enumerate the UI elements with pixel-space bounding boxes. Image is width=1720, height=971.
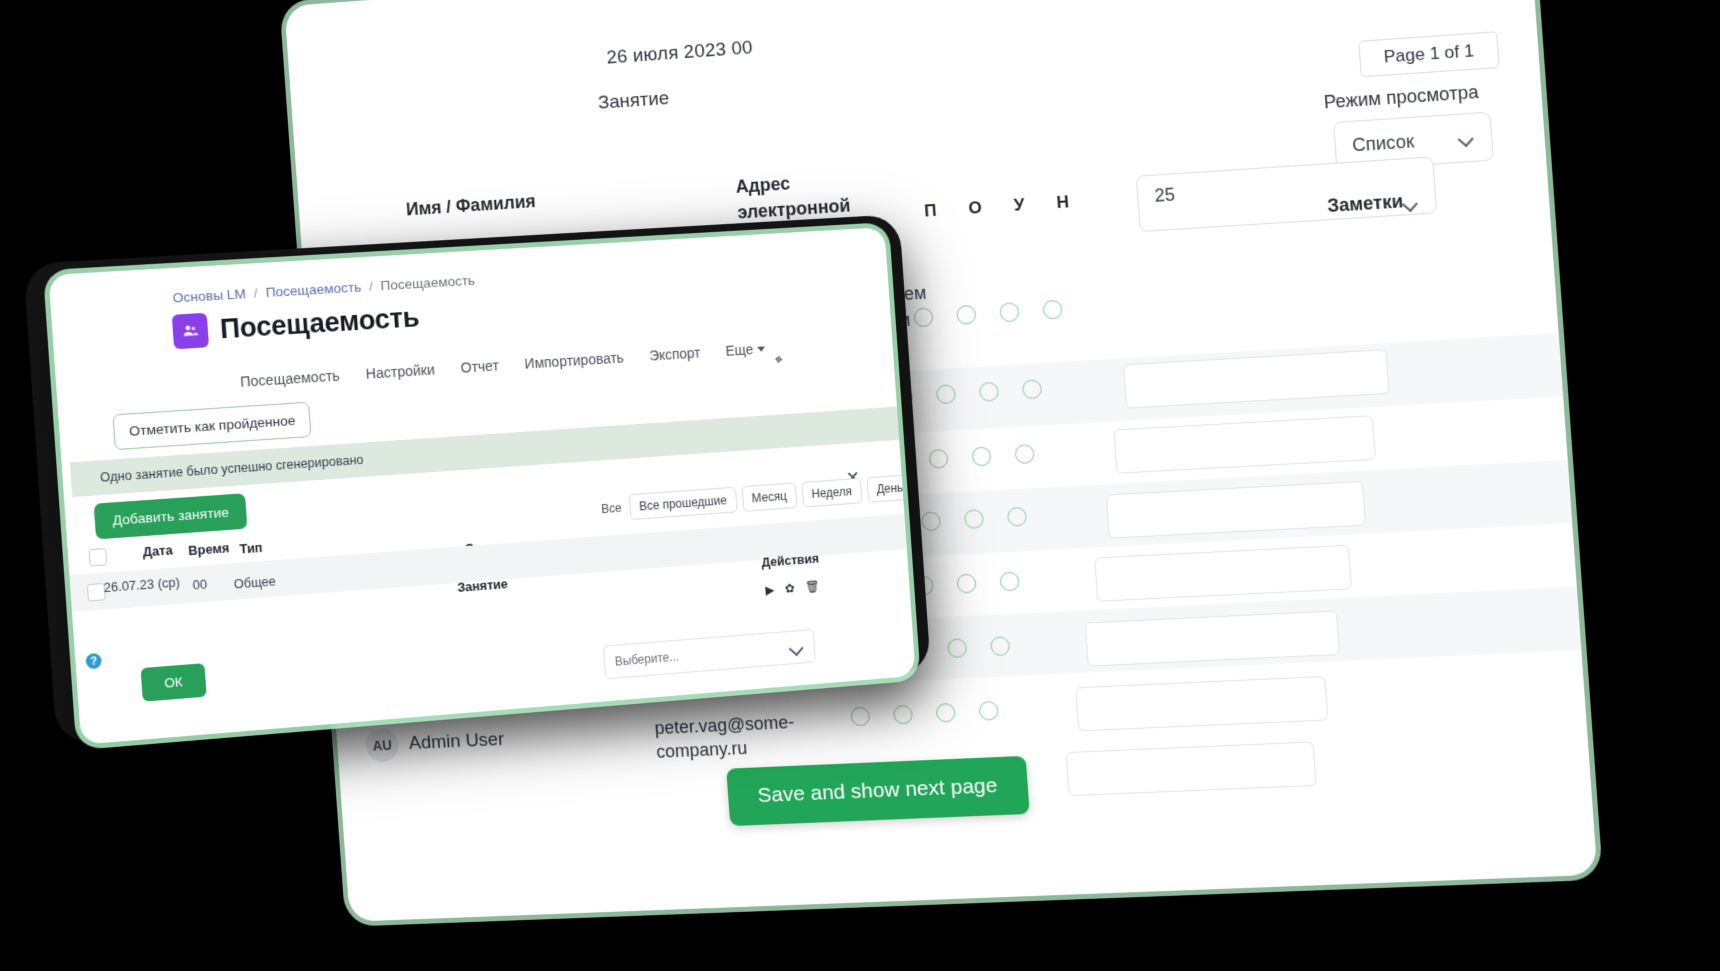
radio-u[interactable] bbox=[956, 574, 976, 594]
mark-as-passed-button[interactable]: Отметить как пройденное bbox=[112, 402, 311, 450]
radio-u[interactable] bbox=[947, 638, 967, 658]
help-icon[interactable]: ? bbox=[85, 653, 102, 670]
radio-n[interactable] bbox=[979, 701, 999, 721]
column-header-lesson: Занятие bbox=[457, 577, 508, 595]
session-date-header: 26 июля 2023 00 bbox=[606, 37, 754, 69]
filter-all-past[interactable]: Все прошедшие bbox=[628, 487, 737, 520]
note-input[interactable] bbox=[1066, 741, 1317, 796]
status-letter-p: П bbox=[924, 201, 938, 222]
tab-more-label: Еще bbox=[725, 341, 754, 358]
ok-button[interactable]: ОК bbox=[141, 663, 207, 702]
filter-label-all: Все bbox=[601, 501, 622, 516]
breadcrumb: Основы LM / Посещаемость / Посещаемость bbox=[172, 273, 475, 306]
breadcrumb-separator: / bbox=[368, 279, 373, 294]
set-all-radio-group[interactable] bbox=[913, 300, 1063, 328]
lesson-select-placeholder: Выберите... bbox=[614, 650, 679, 669]
cell-time: 00 bbox=[192, 577, 207, 592]
lesson-select[interactable]: Выберите... bbox=[603, 629, 816, 679]
radio-n[interactable] bbox=[1042, 300, 1062, 320]
radio-p[interactable] bbox=[850, 707, 870, 727]
breadcrumb-separator: / bbox=[253, 285, 258, 300]
trash-icon[interactable]: 🗑 bbox=[805, 579, 821, 594]
attendance-app-icon bbox=[172, 313, 209, 350]
column-header-name: Имя / Фамилия bbox=[405, 191, 536, 220]
user-email: peter.vag@some- company.ru bbox=[654, 709, 814, 764]
column-header-actions: Действия bbox=[761, 552, 819, 570]
chevron-down-icon bbox=[757, 346, 765, 351]
column-header-time: Время bbox=[188, 541, 230, 558]
modal-title-row: Посещаемость bbox=[172, 300, 420, 349]
tab-attendance[interactable]: Посещаемость bbox=[240, 367, 340, 389]
radio-o[interactable] bbox=[936, 384, 956, 404]
radio-u[interactable] bbox=[936, 703, 956, 723]
radio-u[interactable] bbox=[999, 302, 1019, 322]
radio-n[interactable] bbox=[1014, 444, 1034, 464]
tab-export[interactable]: Экспорт bbox=[649, 345, 701, 364]
mouse-cursor-icon: ⌖ bbox=[773, 351, 783, 369]
column-header-type: Тип bbox=[239, 541, 263, 557]
radio-n[interactable] bbox=[1007, 507, 1027, 527]
chevron-down-icon bbox=[790, 642, 804, 652]
session-lesson-label: Занятие bbox=[597, 88, 669, 115]
tab-import[interactable]: Импортировать bbox=[524, 349, 624, 371]
radio-u[interactable] bbox=[964, 509, 984, 529]
radio-p[interactable] bbox=[913, 307, 933, 327]
save-next-page-button[interactable]: Save and show next page bbox=[726, 756, 1029, 826]
select-all-checkbox[interactable] bbox=[88, 548, 107, 567]
gear-icon[interactable]: ✿ bbox=[784, 581, 795, 595]
status-letter-u: У bbox=[1013, 195, 1025, 216]
tab-report[interactable]: Отчет bbox=[460, 357, 499, 375]
radio-u[interactable] bbox=[979, 382, 999, 402]
user-cell: AU Admin User bbox=[365, 723, 506, 762]
radio-o[interactable] bbox=[921, 511, 941, 531]
filter-month[interactable]: Месяц bbox=[741, 482, 797, 511]
radio-n[interactable] bbox=[990, 636, 1010, 656]
breadcrumb-current: Посещаемость bbox=[380, 273, 475, 294]
screenshot-stage: 26 июля 2023 00 Занятие Page 1 of 1 Режи… bbox=[0, 0, 1720, 971]
status-letter-headers: П О У Н bbox=[924, 192, 1070, 221]
status-letter-n: Н bbox=[1056, 192, 1070, 213]
tab-settings[interactable]: Настройки bbox=[365, 361, 435, 381]
modal-tabs: Посещаемость Настройки Отчет Импортирова… bbox=[240, 341, 766, 390]
radio-o[interactable] bbox=[956, 305, 976, 325]
radio-n[interactable] bbox=[999, 571, 1019, 591]
column-header-date: Дата bbox=[142, 543, 173, 559]
radio-u[interactable] bbox=[971, 446, 991, 466]
radio-o[interactable] bbox=[893, 705, 913, 725]
add-lesson-button[interactable]: Добавить занятие bbox=[94, 493, 248, 539]
column-header-notes: Заметки bbox=[1327, 191, 1404, 217]
radio-o[interactable] bbox=[928, 449, 948, 469]
row-actions[interactable]: ▶ ✿ 🗑 bbox=[765, 579, 820, 597]
radio-n[interactable] bbox=[1022, 379, 1042, 399]
status-letter-o: О bbox=[968, 198, 983, 219]
avatar: AU bbox=[365, 728, 400, 763]
breadcrumb-root[interactable]: Основы LM bbox=[172, 286, 246, 306]
success-alert-text: Одно занятие было успешно сгенерировано bbox=[100, 453, 364, 485]
period-filter-group: Все Все прошедшие Месяц Неделя День bbox=[600, 474, 913, 522]
page-title: Посещаемость bbox=[219, 302, 420, 345]
user-name: Admin User bbox=[408, 729, 505, 755]
tab-more[interactable]: Еще bbox=[725, 341, 765, 359]
play-icon[interactable]: ▶ bbox=[765, 583, 775, 597]
breadcrumb-middle[interactable]: Посещаемость bbox=[265, 279, 362, 300]
filter-week[interactable]: Неделя bbox=[801, 478, 862, 508]
attendance-modal-window: Основы LM / Посещаемость / Посещаемость … bbox=[48, 227, 915, 745]
